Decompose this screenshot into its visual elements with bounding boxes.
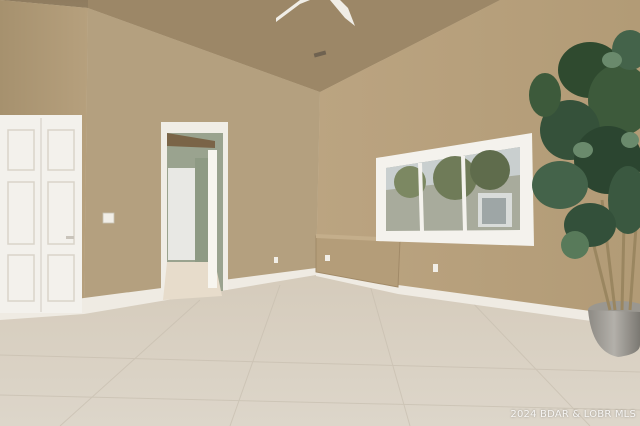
- doorway: [161, 122, 228, 300]
- mls-watermark: 2024 BDAR & LOBR MLS: [510, 409, 636, 420]
- outlet: [274, 257, 278, 263]
- outlet: [325, 255, 330, 261]
- outlet: [433, 264, 438, 272]
- closet-door: [0, 115, 82, 313]
- light-switch: [102, 212, 115, 224]
- room-illustration: [0, 0, 640, 426]
- room-photo: 2024 BDAR & LOBR MLS: [0, 0, 640, 426]
